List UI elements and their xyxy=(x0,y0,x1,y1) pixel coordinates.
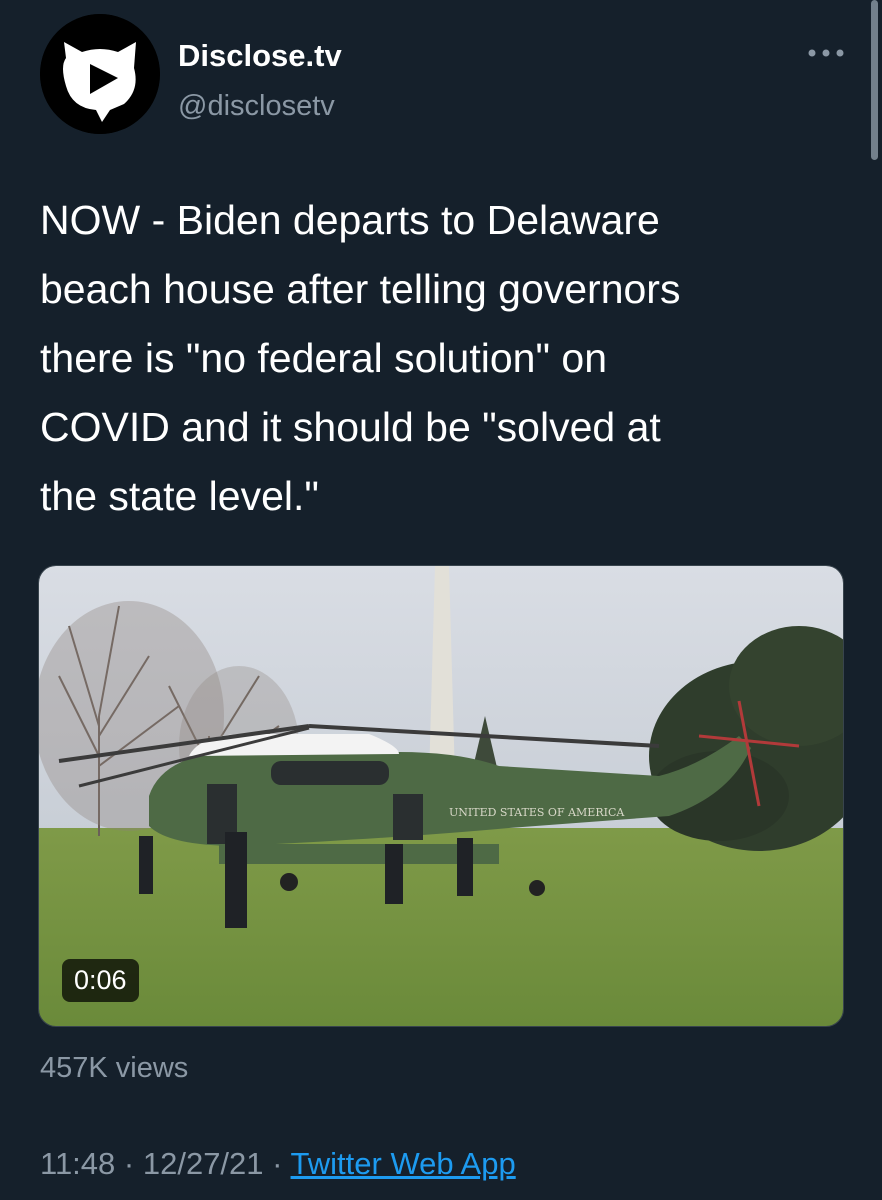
view-count: 457K views xyxy=(40,1052,189,1084)
scrollbar[interactable] xyxy=(871,0,878,160)
tweet-time[interactable]: 11:48 xyxy=(40,1146,115,1181)
more-dots-icon xyxy=(808,49,844,57)
source-link[interactable]: Twitter Web App xyxy=(291,1146,516,1181)
video-player[interactable]: UNITED STATES OF AMERICA 0:06 xyxy=(38,565,844,1027)
tweet-text: NOW - Biden departs to Delaware beach ho… xyxy=(40,197,681,519)
tweet-meta: 11:48 · 12/27/21 · Twitter Web App xyxy=(40,1146,516,1182)
display-name[interactable]: Disclose.tv xyxy=(178,38,342,74)
more-options-button[interactable] xyxy=(804,38,848,68)
video-duration-badge: 0:06 xyxy=(62,959,139,1002)
helicopter-lettering: UNITED STATES OF AMERICA xyxy=(449,806,625,819)
video-thumbnail: UNITED STATES OF AMERICA xyxy=(39,566,843,1026)
meta-separator: · xyxy=(123,1146,135,1181)
handle[interactable]: @disclosetv xyxy=(178,90,335,123)
meta-separator-2: · xyxy=(272,1146,283,1181)
tweet-page: Disclose.tv @disclosetv NOW - Biden depa… xyxy=(0,0,882,1200)
avatar[interactable] xyxy=(40,14,160,134)
tweet-date[interactable]: 12/27/21 xyxy=(143,1146,264,1181)
disclose-logo-icon xyxy=(40,14,160,134)
tweet-header: Disclose.tv @disclosetv xyxy=(40,14,844,134)
